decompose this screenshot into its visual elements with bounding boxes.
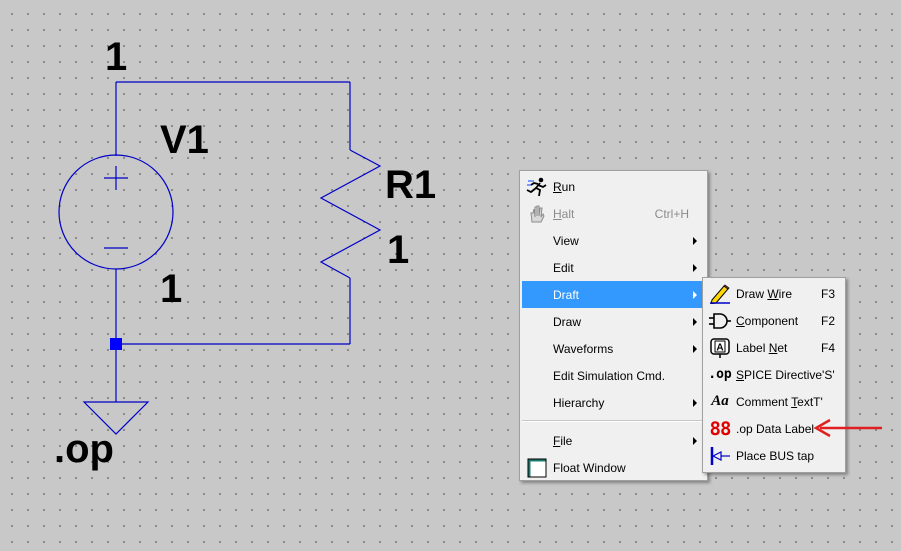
menu-item-edit[interactable]: Edit bbox=[522, 254, 705, 281]
halt-shortcut: Ctrl+H bbox=[654, 206, 689, 221]
r1-value: 1 bbox=[387, 228, 409, 272]
component-shortcut: F2 bbox=[820, 313, 835, 328]
menu-item-halt: Halt Ctrl+H bbox=[522, 200, 705, 227]
submenu-arrow-icon bbox=[693, 344, 697, 353]
submenu-arrow-icon bbox=[693, 290, 697, 299]
bus-tap-icon bbox=[708, 445, 732, 467]
submenu-item-place-bus-tap[interactable]: Place BUS tap bbox=[705, 442, 843, 469]
svg-text:A: A bbox=[716, 342, 723, 353]
pencil-icon bbox=[708, 283, 732, 305]
annotation-arrow-icon bbox=[813, 418, 882, 438]
submenu-item-component[interactable]: Component F2 bbox=[705, 307, 843, 334]
float-window-icon bbox=[525, 457, 549, 479]
and-gate-icon bbox=[708, 310, 732, 332]
v1-value: 1 bbox=[160, 267, 182, 311]
menu-item-float-window[interactable]: Float Window bbox=[522, 454, 705, 481]
submenu-arrow-icon bbox=[693, 436, 697, 445]
submenu-item-label-net[interactable]: A Label Net F4 bbox=[705, 334, 843, 361]
spice-directive-icon: .op bbox=[708, 367, 732, 382]
op-directive[interactable]: .op bbox=[54, 427, 114, 471]
resistor-r1 bbox=[319, 149, 382, 279]
run-icon bbox=[525, 176, 549, 198]
draw-wire-shortcut: F3 bbox=[820, 286, 835, 301]
submenu-item-comment-text[interactable]: Aa Comment TextT' bbox=[705, 388, 843, 415]
menu-item-draw[interactable]: Draw bbox=[522, 308, 705, 335]
seven-segment-icon: 88 bbox=[709, 417, 732, 440]
submenu-item-spice-directive[interactable]: .op SPICE Directive'S' bbox=[705, 361, 843, 388]
menu-item-waveforms[interactable]: Waveforms bbox=[522, 335, 705, 362]
net-label-top: 1 bbox=[105, 35, 127, 79]
submenu-arrow-icon bbox=[693, 263, 697, 272]
menu-item-edit-simulation-cmd[interactable]: Edit Simulation Cmd. bbox=[522, 362, 705, 389]
menu-item-file[interactable]: File bbox=[522, 427, 705, 454]
submenu-item-draw-wire[interactable]: Draw Wire F3 bbox=[705, 280, 843, 307]
junction-node bbox=[110, 338, 122, 350]
draft-submenu: Draw Wire F3 Component F2 A Label Net F4 bbox=[702, 277, 846, 473]
submenu-arrow-icon bbox=[693, 398, 697, 407]
halt-hand-icon bbox=[525, 203, 549, 225]
label-net-shortcut: F4 bbox=[820, 340, 835, 355]
submenu-arrow-icon bbox=[693, 236, 697, 245]
menu-item-run[interactable]: Run bbox=[522, 173, 705, 200]
menu-item-hierarchy[interactable]: Hierarchy bbox=[522, 389, 705, 416]
r1-name: R1 bbox=[385, 163, 436, 207]
menu-item-view[interactable]: View bbox=[522, 227, 705, 254]
label-a-icon: A bbox=[708, 337, 732, 359]
menu-item-draft[interactable]: Draft bbox=[522, 281, 705, 308]
context-menu: Run Halt Ctrl+H View Edit Draft Draw Wav… bbox=[519, 170, 708, 481]
comment-text-icon: Aa bbox=[711, 393, 729, 409]
submenu-arrow-icon bbox=[693, 317, 697, 326]
v1-name: V1 bbox=[160, 118, 209, 162]
menu-separator bbox=[522, 420, 705, 422]
